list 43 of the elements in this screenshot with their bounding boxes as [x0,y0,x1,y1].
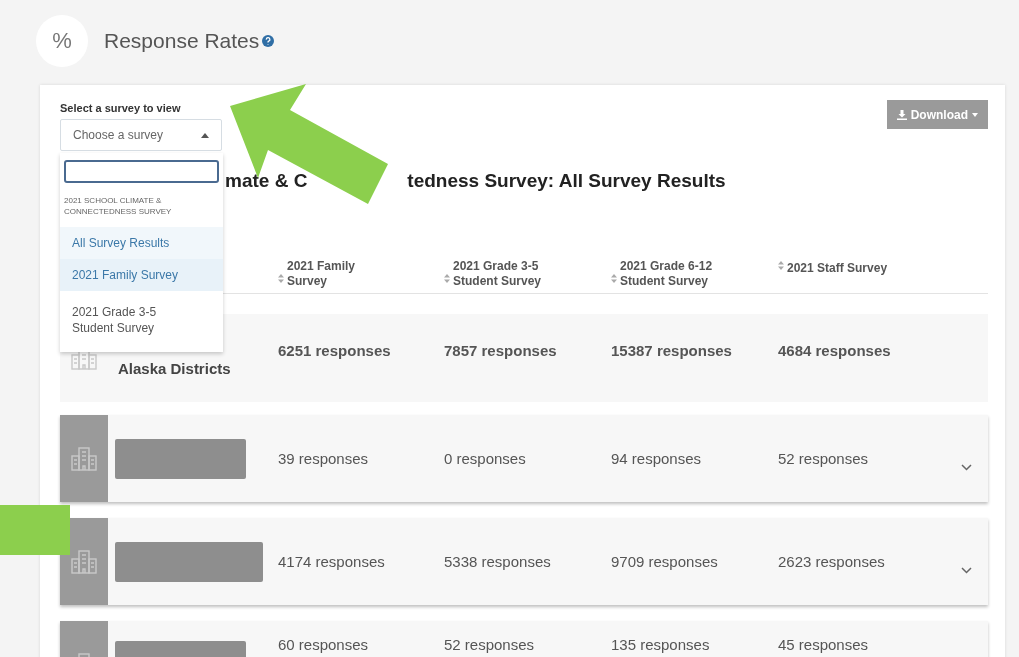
response-count: 0 responses [444,450,527,467]
response-count: 52 responses [778,450,870,467]
response-count: 94 responses [611,450,703,467]
caret-icon [972,112,978,117]
response-count: 39 responses [278,450,370,467]
survey-select[interactable]: Choose a survey [60,119,222,151]
help-icon[interactable] [262,35,275,47]
caret-icon [201,132,209,138]
select-label: Select a survey to view [60,102,182,114]
response-count: 45 responses [778,636,870,653]
building-icon [71,549,97,574]
column-header[interactable]: 2021 Staff Survey [787,261,888,276]
response-count: 135 responses [611,636,711,653]
dropdown-option[interactable]: All Survey Results [60,227,223,259]
annotation-marker [0,505,70,555]
column-header[interactable]: 2021 Grade 3-5 Student Survey [453,259,542,289]
district-row[interactable]: 4174 responses 5338 responses 9709 responses 2623 responses [60,518,988,605]
report-title: mate & C [225,170,308,192]
page-title: Response Rates [104,29,260,53]
response-count: 6251 responses [278,341,392,359]
response-count: 4684 responses [778,341,892,359]
percent-badge: % [36,15,88,67]
district-row[interactable]: 39 responses 0 responses 94 responses 52 responses [60,415,988,502]
report-title: tedness Survey: All Survey Results [407,170,726,192]
district-name: Alaska Districts [118,360,231,377]
response-count: 4174 responses [278,553,386,570]
response-count: 15387 responses [611,341,733,359]
response-count: 7857 responses [444,341,558,359]
download-icon [896,109,907,120]
response-count: 52 responses [444,636,536,653]
dropdown-option[interactable]: 2021 Family Survey [60,259,223,291]
building-icon [71,446,97,471]
response-count: 60 responses [278,636,370,653]
search-field[interactable] [64,160,219,183]
group-heading: 2021 SCHOOL CLIMATE & CONNECTEDNESS SURVEY [63,195,173,218]
column-header[interactable]: 2021 Family Survey [287,259,356,289]
response-count: 2623 responses [778,553,886,570]
response-count: 9709 responses [611,553,719,570]
chevron-down-icon[interactable] [961,567,972,574]
district-row[interactable]: 60 responses 52 responses 135 responses 45 responses [60,621,988,657]
response-count: 5338 responses [444,553,552,570]
chevron-down-icon[interactable] [961,464,972,471]
column-header[interactable]: 2021 Grade 6-12 Student Survey [620,259,713,289]
